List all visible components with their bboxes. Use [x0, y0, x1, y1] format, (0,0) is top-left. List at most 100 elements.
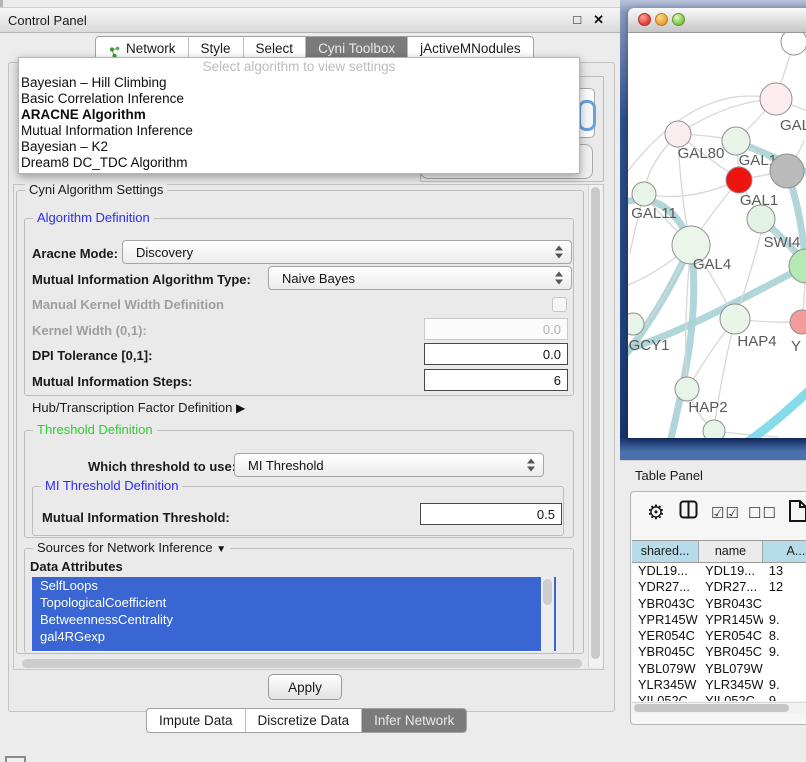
horizontal-scrollbar[interactable]: [20, 658, 588, 669]
tab-discretize-data[interactable]: Discretize Data: [245, 709, 362, 732]
tab-infer-network[interactable]: Infer Network: [361, 709, 466, 732]
unchecked-pair-icon[interactable]: ☐☐: [748, 502, 777, 526]
checked-pair-icon[interactable]: ☑☑: [711, 502, 740, 526]
sources-title: Sources for Network Inference: [37, 540, 213, 555]
float-panel-icon[interactable]: □: [573, 8, 581, 32]
manual-kernel-checkbox[interactable]: [552, 297, 567, 312]
table-row[interactable]: YBR043CYBR043C: [632, 596, 806, 612]
vertical-scrollbar[interactable]: [588, 185, 602, 667]
list-item[interactable]: BetweennessCentrality: [32, 611, 556, 628]
close-panel-icon[interactable]: ✕: [593, 8, 604, 32]
bottom-tabbar: Impute Data Discretize Data Infer Networ…: [146, 708, 467, 733]
app-root: Control Panel □ ✕ Network Style Select C…: [0, 0, 806, 762]
node-label: Y: [791, 338, 801, 355]
network-node-hap4[interactable]: [720, 304, 750, 334]
data-attributes-list[interactable]: SelfLoops TopologicalCoefficient Between…: [32, 577, 556, 652]
split-columns-icon[interactable]: [679, 500, 698, 524]
table-cell: YPR145W: [699, 612, 763, 628]
table-row[interactable]: YPR145WYPR145W9.: [632, 612, 806, 628]
scrollbar-thumb[interactable]: [634, 704, 789, 712]
table-row[interactable]: YDL19...YDL19...13: [632, 563, 806, 579]
network-node[interactable]: [781, 33, 806, 55]
node-table-panel: ⚙ ☑☑ ☐☐ shared...nameA... YDL19...YDL19.…: [630, 491, 806, 725]
table-cell: [763, 661, 806, 677]
close-traffic-light[interactable]: [638, 13, 651, 26]
table-row[interactable]: YER054CYER054C8.: [632, 628, 806, 644]
network-window-titlebar[interactable]: [628, 8, 806, 33]
hub-definition-toggle[interactable]: Hub/Transcription Factor Definition ▶: [32, 400, 245, 415]
kernel-width-label: Kernel Width (0,1):: [32, 323, 147, 338]
network-node-gal11[interactable]: [632, 182, 656, 206]
column-header-1[interactable]: shared...: [632, 541, 699, 562]
table-cell: 9.: [763, 612, 806, 628]
tab-impute-data[interactable]: Impute Data: [147, 709, 245, 732]
dpi-tolerance-field[interactable]: 0.0: [424, 343, 568, 365]
algorithm-option[interactable]: Basic Correlation Inference: [19, 91, 579, 107]
node-table: shared...nameA... YDL19...YDL19...13YDR2…: [632, 540, 806, 701]
network-node-swi4[interactable]: [789, 249, 806, 283]
mi-steps-field[interactable]: 6: [424, 369, 568, 391]
which-threshold-select[interactable]: MI Threshold: [234, 453, 544, 477]
table-row[interactable]: YLR345WYLR345W9.: [632, 677, 806, 693]
table-horizontal-scrollbar[interactable]: [632, 702, 806, 714]
algorithm-option[interactable]: Bayesian – Hill Climbing: [19, 75, 579, 91]
table-row[interactable]: YIL052CYIL052C9: [632, 693, 806, 701]
aracne-mode-label: Aracne Mode:: [32, 246, 118, 261]
scrollbar-thumb[interactable]: [543, 579, 552, 605]
network-node-hap2[interactable]: [675, 377, 699, 401]
mi-threshold-field[interactable]: 0.5: [420, 503, 562, 525]
list-item[interactable]: TopologicalCoefficient: [32, 594, 556, 611]
network-edge[interactable]: [740, 375, 806, 438]
network-node-gal[interactable]: [760, 83, 792, 115]
algorithm-option[interactable]: Bayesian – K2: [19, 139, 579, 155]
table-cell: 9.: [763, 677, 806, 693]
list-item-partial[interactable]: [32, 645, 556, 651]
column-header-2[interactable]: name: [699, 541, 763, 562]
list-item[interactable]: SelfLoops: [32, 577, 556, 594]
minimize-traffic-light[interactable]: [655, 13, 668, 26]
list-item[interactable]: gal4RGexp: [32, 628, 556, 645]
scrollbar-thumb[interactable]: [22, 659, 582, 668]
algorithm-option[interactable]: Mutual Information Inference: [19, 123, 579, 139]
tab-label: Infer Network: [374, 709, 454, 732]
tab-label: Impute Data: [159, 709, 233, 732]
mi-type-value: Naive Bayes: [282, 271, 355, 286]
table-cell: YBR045C: [632, 644, 699, 660]
mi-steps-label: Mutual Information Steps:: [32, 374, 192, 389]
kernel-width-field[interactable]: 0.0: [424, 318, 568, 340]
mi-type-select[interactable]: Naive Bayes: [268, 266, 572, 290]
table-row[interactable]: YDR27...YDR27...12: [632, 579, 806, 595]
network-node-gal1[interactable]: [726, 167, 752, 193]
scrollbar-thumb[interactable]: [591, 187, 600, 659]
spinner-arrows-icon: [527, 459, 536, 472]
table-row[interactable]: YBL079WYBL079W: [632, 661, 806, 677]
network-node[interactable]: [703, 420, 725, 438]
algorithm-option[interactable]: Dream8 DC_TDC Algorithm: [19, 155, 579, 171]
network-canvas[interactable]: GALGAL80GAL10GAL1GAL11GAL4SWI4GCY1HAP4YH…: [628, 33, 806, 438]
network-node[interactable]: [770, 154, 804, 188]
table-header-row: shared...nameA...: [632, 540, 806, 563]
sources-toggle[interactable]: Sources for Network Inference ▼: [33, 540, 230, 555]
network-node-gal10[interactable]: [722, 127, 750, 155]
network-node-y[interactable]: [790, 310, 806, 334]
spinner-arrows-icon: [555, 246, 564, 259]
list-scrollbar[interactable]: [541, 577, 554, 652]
panel-title: Control Panel: [8, 13, 87, 28]
network-node-gal80[interactable]: [665, 121, 691, 147]
gear-icon[interactable]: ⚙: [647, 502, 665, 524]
table-row[interactable]: YBR045CYBR045C9.: [632, 644, 806, 660]
table-cell: YIL052C: [699, 693, 763, 701]
aracne-mode-select[interactable]: Discovery: [122, 240, 572, 264]
zoom-traffic-light[interactable]: [672, 13, 685, 26]
column-header-3[interactable]: A...: [763, 541, 806, 562]
chevron-down-icon: ▼: [216, 544, 226, 555]
network-node[interactable]: [747, 205, 775, 233]
network-edge[interactable]: [646, 180, 739, 197]
table-cell: 9.: [763, 644, 806, 660]
table-cell: YER054C: [632, 628, 699, 644]
document-icon[interactable]: [788, 499, 806, 528]
minimized-panel-chip[interactable]: [5, 756, 26, 762]
algorithm-option-selected[interactable]: ARACNE Algorithm: [19, 107, 579, 123]
apply-button[interactable]: Apply: [268, 674, 342, 700]
network-graph[interactable]: GALGAL80GAL10GAL1GAL11GAL4SWI4GCY1HAP4YH…: [628, 33, 806, 438]
